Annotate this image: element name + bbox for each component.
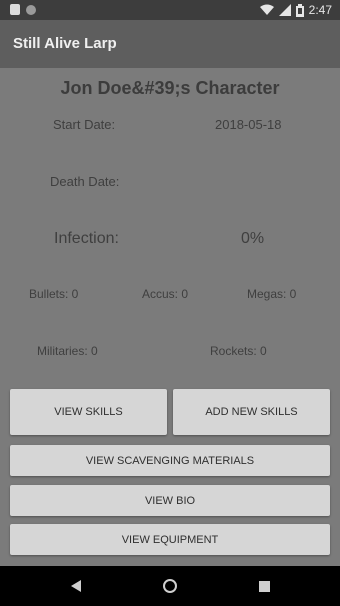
home-icon[interactable] — [162, 578, 178, 594]
add-new-skills-button[interactable]: Add New Skills — [173, 389, 330, 435]
start-date-value: 2018-05-18 — [215, 117, 282, 132]
status-right: 2:47 — [259, 3, 332, 17]
sim-icon — [10, 4, 20, 15]
status-bar: 2:47 — [0, 0, 340, 20]
accus-count: Accus: 0 — [142, 287, 189, 301]
infection-value: 0% — [241, 230, 265, 247]
signal-icon — [278, 4, 291, 16]
view-skills-button[interactable]: View Skills — [10, 389, 167, 435]
navigation-bar — [0, 566, 340, 606]
view-scavenging-materials-button[interactable]: View Scavenging Materials — [10, 445, 330, 476]
view-equipment-button[interactable]: View Equipment — [10, 524, 330, 555]
rockets-count: Rockets: 0 — [210, 344, 267, 358]
bullets-count: Bullets: 0 — [29, 287, 79, 301]
status-left — [10, 4, 36, 15]
start-date-label: Start Date: — [53, 117, 116, 132]
character-title: Jon Doe&#39;s Character — [60, 78, 280, 98]
megas-count: Megas: 0 — [247, 287, 297, 301]
app-bar: Still Alive Larp — [0, 20, 340, 68]
militaries-count: Militaries: 0 — [37, 344, 98, 358]
recents-icon[interactable] — [256, 578, 272, 594]
back-icon[interactable] — [68, 578, 84, 594]
app-title: Still Alive Larp — [13, 35, 117, 52]
dot-icon — [26, 4, 36, 15]
death-date-label: Death Date: — [50, 174, 120, 189]
battery-icon — [295, 3, 304, 17]
infection-label: Infection: — [54, 230, 119, 247]
status-time: 2:47 — [308, 3, 332, 17]
wifi-icon — [259, 4, 274, 15]
view-bio-button[interactable]: View Bio — [10, 485, 330, 516]
